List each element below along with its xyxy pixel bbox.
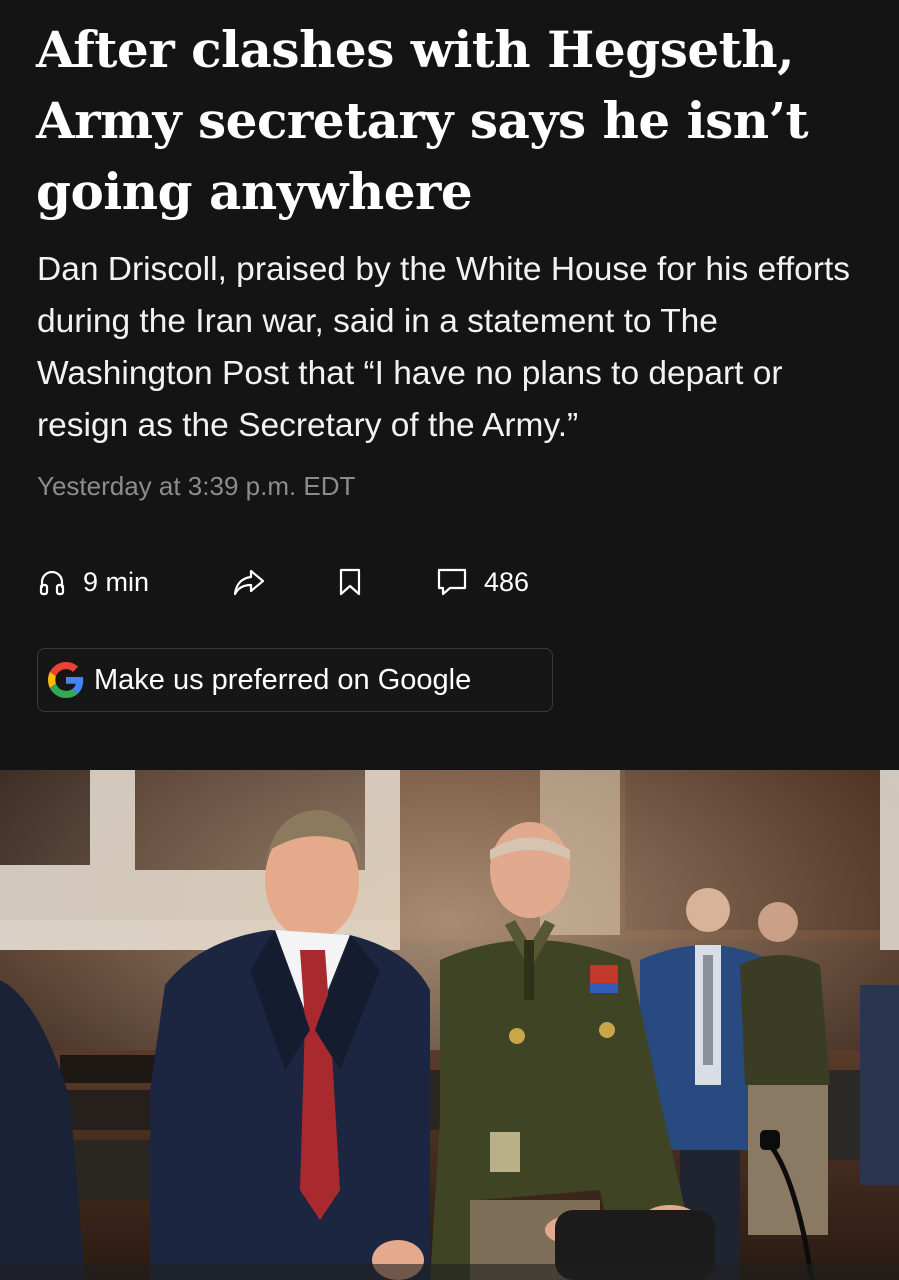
timestamp: Yesterday at 3:39 p.m. EDT xyxy=(37,471,356,501)
bookmark-icon xyxy=(337,567,363,597)
listen-duration: 9 min xyxy=(83,566,150,597)
share-button[interactable] xyxy=(232,560,266,604)
google-preferred-label: Make us preferred on Google xyxy=(94,663,472,696)
headphones-icon xyxy=(37,567,67,597)
action-bar: 9 min 486 xyxy=(37,560,637,604)
article-summary: Dan Driscoll, praised by the White House… xyxy=(37,251,851,444)
article-photo xyxy=(0,770,899,1280)
share-arrow-icon xyxy=(232,567,266,597)
listen-button[interactable]: 9 min xyxy=(37,560,149,604)
save-button[interactable] xyxy=(337,560,363,604)
headline: After clashes with Hegseth, Army secreta… xyxy=(36,20,809,221)
article-header: After clashes with Hegseth, Army secreta… xyxy=(0,0,899,770)
google-g-icon xyxy=(48,662,84,698)
google-preferred-button[interactable]: Make us preferred on Google xyxy=(37,648,553,712)
comment-icon xyxy=(436,567,468,597)
comments-button[interactable]: 486 xyxy=(436,560,529,604)
comment-count: 486 xyxy=(484,566,530,597)
